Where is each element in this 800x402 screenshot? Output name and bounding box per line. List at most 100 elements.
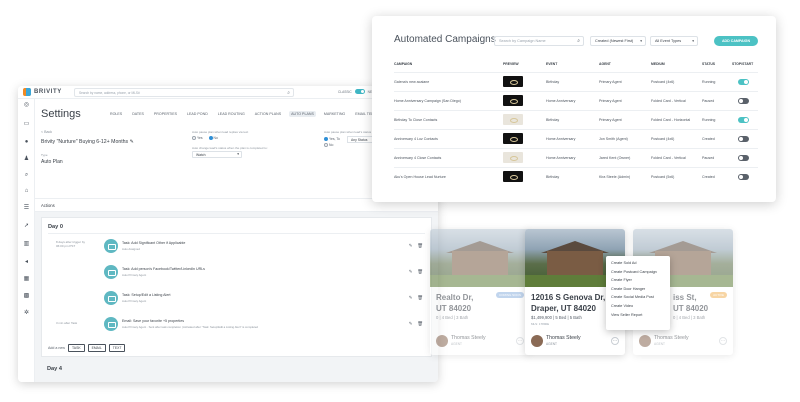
tab-dates[interactable]: DATES <box>130 111 146 117</box>
tab-lead-pond[interactable]: LEAD POND <box>185 111 210 117</box>
property-address: Realto Dr, <box>436 293 474 302</box>
tab-action-plans[interactable]: ACTION PLANS <box>253 111 283 117</box>
change-status-select[interactable]: Watch ▾ <box>192 151 242 158</box>
chart-icon[interactable]: ▥ <box>23 241 30 248</box>
trash-icon[interactable]: 🗑 <box>417 321 423 327</box>
inbox-icon[interactable]: ▭ <box>23 121 30 128</box>
campaign-search-input[interactable]: Search by Campaign Name ⌕ <box>494 36 584 46</box>
calendar-icon[interactable]: ▦ <box>23 276 30 283</box>
pause-on-reply-label: Auto pause plan when lead replies via te… <box>192 130 249 134</box>
type-label: Type <box>41 153 48 157</box>
table-row[interactable]: Home Anniversary Campaign (San Diego) Ho… <box>394 91 758 109</box>
table-row[interactable]: Anniversary 4 Close Contacts Home Annive… <box>394 148 758 166</box>
property-photo <box>430 229 530 287</box>
people-icon[interactable]: ♟ <box>23 156 30 163</box>
chevron-down-icon: ▾ <box>692 39 694 43</box>
action-item[interactable]: Task: Add person's Facebook/Twitter/Link… <box>104 265 434 281</box>
tab-lead-routing[interactable]: LEAD ROUTING <box>216 111 247 117</box>
tab-auto-plans[interactable]: AUTO PLANS <box>289 111 316 117</box>
megaphone-icon[interactable]: ◂ <box>23 259 30 266</box>
edit-icon[interactable]: ✎ <box>409 295 413 301</box>
edit-icon[interactable]: ✎ <box>409 321 413 327</box>
stop-start-toggle[interactable] <box>738 117 749 123</box>
stop-start-toggle[interactable] <box>738 155 749 161</box>
trash-icon[interactable]: 🗑 <box>417 269 423 275</box>
action-item[interactable]: Email: Save your favorite +5 properties … <box>104 317 434 333</box>
property-card[interactable]: COMING SOON Realto Dr, UT 84020 0 | 4 Be… <box>430 229 530 355</box>
more-icon[interactable]: ⋯ <box>719 337 727 345</box>
preview-thumbnail[interactable] <box>503 114 523 125</box>
grid-icon[interactable]: ▩ <box>23 293 30 300</box>
tab-roles[interactable]: ROLES <box>108 111 124 117</box>
property-facts: 0 | 4 Bed | 3 Bath <box>673 315 706 320</box>
search-nav-icon[interactable]: ⌕ <box>23 172 30 179</box>
table-header: CAMPAIGN PREVIEW EVENT AGENT MEDIUM STAT… <box>394 62 754 66</box>
preview-thumbnail[interactable] <box>503 152 523 163</box>
preview-thumbnail[interactable] <box>503 171 523 182</box>
day-title: Day 4 <box>47 366 62 372</box>
gear-icon[interactable]: ✲ <box>23 310 30 317</box>
add-email-button[interactable]: EMAIL <box>87 344 106 352</box>
search-icon: ⌕ <box>287 90 290 96</box>
menu-item-create-door-hanger[interactable]: Create Door Hanger <box>606 285 670 294</box>
property-city: UT 84020 <box>673 304 709 313</box>
preview-thumbnail[interactable] <box>503 76 523 87</box>
pause2-no-radio[interactable]: No <box>324 142 340 148</box>
preview-thumbnail[interactable] <box>503 95 523 106</box>
pause-on-status-radios: Yes, To No <box>324 136 340 148</box>
classic-new-toggle[interactable]: CLASSIC NEW <box>338 89 375 94</box>
type-value: Auto Plan <box>41 159 63 165</box>
stop-start-toggle[interactable] <box>738 79 749 85</box>
list-icon[interactable]: ☰ <box>23 205 30 212</box>
menu-item-create-video[interactable]: Create Video <box>606 302 670 311</box>
pause-no-radio[interactable]: No <box>208 136 218 140</box>
actions-body: Day 0 8 days after trigger by 06:00 pm P… <box>35 212 438 382</box>
trigger-text: 8 days after trigger by 06:00 pm PST <box>56 240 86 248</box>
more-icon[interactable]: ⋯ <box>516 337 524 345</box>
back-link[interactable]: < Back <box>41 130 52 134</box>
table-row[interactable]: Birthday To Close Contacts Birthday Prim… <box>394 110 758 128</box>
property-address: 12016 S Genova Dr, <box>531 293 606 302</box>
dashboard-icon[interactable]: ◎ <box>23 102 30 109</box>
day-card: Day 0 8 days after trigger by 06:00 pm P… <box>41 217 432 357</box>
stop-start-toggle[interactable] <box>738 98 749 104</box>
more-icon[interactable]: ⋯ <box>611 337 619 345</box>
menu-item-create-postcard-campaign[interactable]: Create Postcard Campaign <box>606 268 670 277</box>
edit-icon[interactable]: ✎ <box>409 243 413 249</box>
property-city: Draper, UT 84020 <box>531 304 596 313</box>
sort-select[interactable]: Created (Newest First) ▾ <box>590 36 646 46</box>
property-address: iss St, <box>673 293 697 302</box>
action-item[interactable]: Task: Setup/Edit a Listing Alert Auto Pr… <box>104 291 434 307</box>
table-row[interactable]: Galena's new acaiane Birthday Primary Ag… <box>394 72 758 90</box>
pause-yes-radio[interactable]: Yes <box>192 136 203 140</box>
stop-start-toggle[interactable] <box>738 136 749 142</box>
add-campaign-button[interactable]: ADD CAMPAIGN <box>714 36 758 46</box>
add-task-button[interactable]: TASK <box>67 344 85 352</box>
tab-properties[interactable]: PROPERTIES <box>152 111 179 117</box>
drop-icon[interactable]: ● <box>23 139 30 146</box>
trash-icon[interactable]: 🗑 <box>417 295 423 301</box>
menu-item-view-seller-report[interactable]: View Seller Report <box>606 311 670 320</box>
trash-icon[interactable]: 🗑 <box>417 243 423 249</box>
action-item[interactable]: Task: Add Significant Other if Applicabl… <box>104 239 434 255</box>
ui-version-switch[interactable] <box>354 89 365 94</box>
agent-name: Thomas Steely <box>451 335 486 341</box>
menu-item-create-flyer[interactable]: Create Flyer <box>606 276 670 285</box>
divider <box>48 233 425 234</box>
table-row[interactable]: Anniversary 4 Loz Contacts Home Annivers… <box>394 129 758 147</box>
brivity-logo[interactable]: BRIVITY <box>23 88 62 96</box>
add-text-button[interactable]: TEXT <box>108 344 126 352</box>
edit-icon[interactable]: ✎ <box>409 269 413 275</box>
event-type-select[interactable]: All Event Types ▾ <box>650 36 698 46</box>
menu-item-create-sold-ad[interactable]: Create Sold Ad <box>606 259 670 268</box>
table-row[interactable]: Aku's Open House Lead Nurture Birthday K… <box>394 167 758 185</box>
global-search-input[interactable]: Search by name, address, phone, or MLS# … <box>74 88 294 97</box>
menu-item-create-social-media-post[interactable]: Create Social Media Post <box>606 293 670 302</box>
property-facts: 0 | 4 Bed | 3 Bath <box>436 315 469 320</box>
preview-thumbnail[interactable] <box>503 133 523 144</box>
stop-start-toggle[interactable] <box>738 174 749 180</box>
home-icon[interactable]: ⌂ <box>23 188 30 195</box>
rocket-icon[interactable]: ➚ <box>23 223 30 230</box>
pencil-icon[interactable]: ✎ <box>130 139 134 145</box>
tab-marketing[interactable]: MARKETING <box>322 111 347 117</box>
